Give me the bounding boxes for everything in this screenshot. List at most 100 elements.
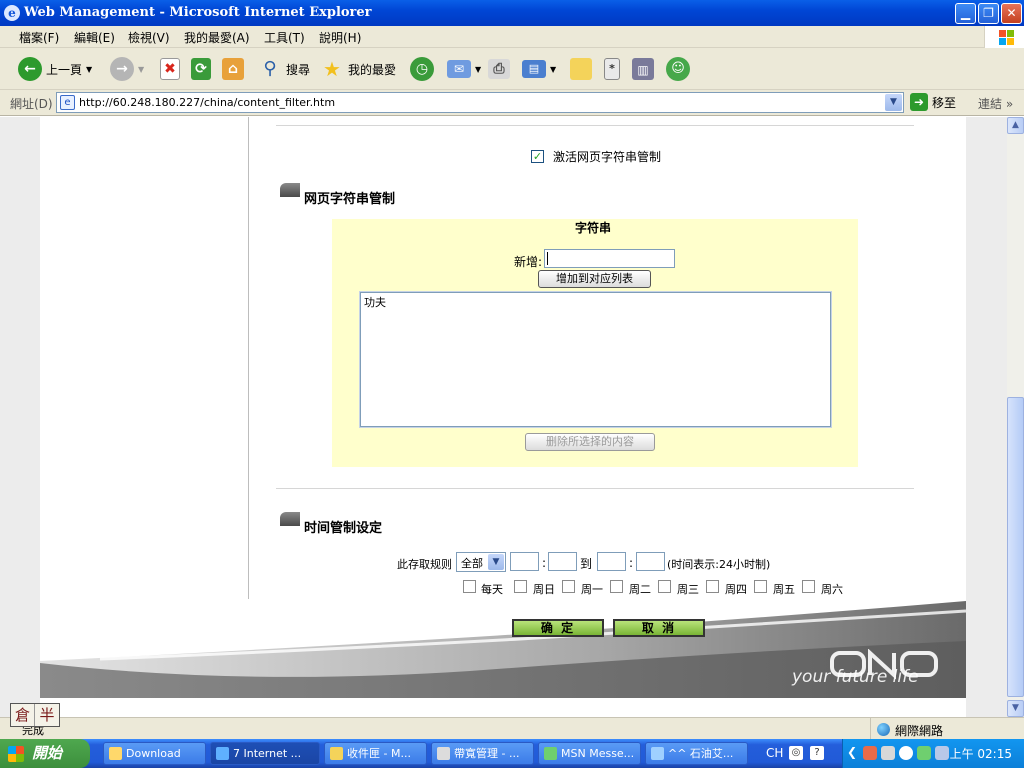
activate-filter-checkbox[interactable]: ✓: [531, 150, 544, 163]
status-bar: 完成 網際網路: [0, 717, 1024, 740]
menu-edit[interactable]: 編輯(E): [74, 29, 115, 46]
title-bar[interactable]: e Web Management - Microsoft Internet Ex…: [0, 0, 1024, 26]
ime-mode-button[interactable]: 倉: [11, 704, 35, 726]
edit-button[interactable]: ▤ ▼: [522, 55, 556, 83]
research-button[interactable]: ▥: [632, 55, 654, 83]
tray-app-icon[interactable]: [899, 746, 913, 760]
taskbar-item-download[interactable]: Download: [103, 742, 206, 765]
new-string-label: 新增:: [514, 255, 543, 269]
cancel-button[interactable]: 取 消: [613, 619, 705, 637]
address-dropdown-icon[interactable]: ▼: [885, 94, 902, 111]
scroll-down-button[interactable]: ▼: [1007, 700, 1024, 717]
rule-select[interactable]: 全部 ▼: [456, 552, 506, 572]
section-title-time-control: 时间管制设定: [304, 521, 383, 536]
new-string-input[interactable]: [544, 249, 675, 268]
chevron-down-icon: ▼: [138, 64, 145, 74]
taskbar-item-bandwidth[interactable]: 帶寬管理 - ...: [431, 742, 534, 765]
tray-network-icon[interactable]: [935, 746, 949, 760]
scroll-thumb[interactable]: [1007, 397, 1024, 697]
day-checkbox-wednesday[interactable]: [658, 580, 671, 593]
menu-tools[interactable]: 工具(T): [264, 29, 305, 46]
day-checkbox-everyday[interactable]: [463, 580, 476, 593]
taskbar-item-msn[interactable]: MSN Messe...: [538, 742, 641, 765]
favorites-label: 我的最愛: [348, 62, 397, 77]
day-label: 周日: [533, 583, 555, 596]
print-button[interactable]: ⎙: [488, 55, 510, 83]
day-label: 周二: [629, 583, 651, 596]
stop-icon: ✖: [160, 58, 180, 80]
task-label: ^^ 石油艾...: [668, 747, 734, 760]
panel-title: 字符串: [575, 221, 612, 235]
taskbar-item-chat[interactable]: ^^ 石油艾...: [645, 742, 748, 765]
tray-msn-icon[interactable]: [917, 746, 931, 760]
msn-button[interactable]: ☺: [666, 55, 690, 83]
language-indicator[interactable]: CH: [766, 746, 783, 760]
chevron-down-icon: ▼: [86, 64, 93, 74]
go-arrow-icon: ➜: [910, 93, 928, 111]
stop-button[interactable]: ✖: [160, 55, 180, 83]
day-checkbox-thursday[interactable]: [706, 580, 719, 593]
start-button[interactable]: 開始: [0, 739, 90, 768]
minimize-button[interactable]: ▁: [955, 3, 976, 24]
day-checkbox-sunday[interactable]: [514, 580, 527, 593]
tray-app-icon[interactable]: [863, 746, 877, 760]
address-bar: 網址(D) e http://60.248.180.227/china/cont…: [0, 90, 1024, 116]
history-button[interactable]: ◷: [410, 55, 434, 83]
ime-width-button[interactable]: 半: [35, 704, 59, 726]
list-item[interactable]: 功夫: [364, 294, 386, 310]
home-button[interactable]: ⌂: [222, 55, 244, 83]
confirm-button[interactable]: 确 定: [512, 619, 604, 637]
menu-help[interactable]: 說明(H): [319, 29, 361, 46]
day-checkbox-friday[interactable]: [754, 580, 767, 593]
time-colon: :: [629, 556, 634, 570]
end-hour-input[interactable]: [597, 552, 626, 571]
activate-filter-label: 激活网页字符串管制: [553, 150, 662, 164]
refresh-button[interactable]: ⟳: [191, 55, 211, 83]
page-icon: e: [60, 95, 75, 110]
middle-divider: [276, 488, 914, 489]
restore-button[interactable]: ❐: [978, 3, 999, 24]
forward-arrow-icon: →: [110, 57, 134, 81]
start-minute-input[interactable]: [548, 552, 577, 571]
end-minute-input[interactable]: [636, 552, 665, 571]
day-checkbox-monday[interactable]: [562, 580, 575, 593]
mail-button[interactable]: ✉ ▼: [447, 55, 481, 83]
scroll-up-button[interactable]: ▲: [1007, 117, 1024, 134]
tray-app-icon[interactable]: [881, 746, 895, 760]
window-icon: [437, 747, 450, 760]
discuss-button[interactable]: [570, 55, 592, 83]
time-format-note: (时间表示:24小时制): [667, 558, 771, 571]
links-button[interactable]: 連結 »: [978, 95, 1013, 112]
ime-toolbar[interactable]: 倉 半: [10, 703, 60, 727]
day-checkbox-saturday[interactable]: [802, 580, 815, 593]
menu-favorites[interactable]: 我的最愛(A): [184, 29, 250, 46]
add-to-list-button[interactable]: 增加到对应列表: [538, 270, 651, 288]
folder-icon: [109, 747, 122, 760]
vertical-scrollbar[interactable]: ▲ ▼: [1007, 117, 1024, 717]
address-input[interactable]: e http://60.248.180.227/china/content_fi…: [56, 92, 904, 113]
brand-tagline: your future life: [792, 667, 919, 687]
close-button[interactable]: ✕: [1001, 3, 1022, 24]
favorites-button[interactable]: ★ 我的最愛: [320, 55, 396, 83]
help-icon[interactable]: ?: [810, 746, 824, 760]
menu-file[interactable]: 檔案(F): [19, 29, 59, 46]
tray-expand-icon[interactable]: ❮: [847, 745, 857, 759]
messenger-button[interactable]: *: [604, 55, 620, 83]
day-checkbox-tuesday[interactable]: [610, 580, 623, 593]
delete-selected-button[interactable]: 删除所选择的内容: [525, 433, 655, 451]
back-button[interactable]: ← 上一頁 ▼: [18, 55, 92, 83]
start-hour-input[interactable]: [510, 552, 539, 571]
string-list[interactable]: 功夫: [359, 291, 832, 428]
menu-view[interactable]: 檢視(V): [128, 29, 170, 46]
go-button[interactable]: ➜ 移至: [910, 93, 956, 111]
forward-button[interactable]: → ▼: [110, 55, 144, 83]
string-panel: 字符串 新增: 增加到对应列表 功夫 删除所选择的内容: [332, 219, 858, 467]
taskbar-item-internet-explorer[interactable]: 7 Internet ...: [210, 742, 320, 765]
ime-icon[interactable]: ◎: [789, 746, 803, 760]
zone-label: 網際網路: [895, 724, 944, 738]
page-content: ✓ 激活网页字符串管制 网页字符串管制 字符串 新增: 增加到对应列表 功夫 删…: [40, 117, 966, 717]
search-button[interactable]: ⚲ 搜尋: [258, 55, 310, 83]
research-icon: ▥: [632, 58, 654, 80]
taskbar-item-inbox[interactable]: 收件匣 - M...: [324, 742, 427, 765]
rule-select-value: 全部: [461, 557, 483, 570]
